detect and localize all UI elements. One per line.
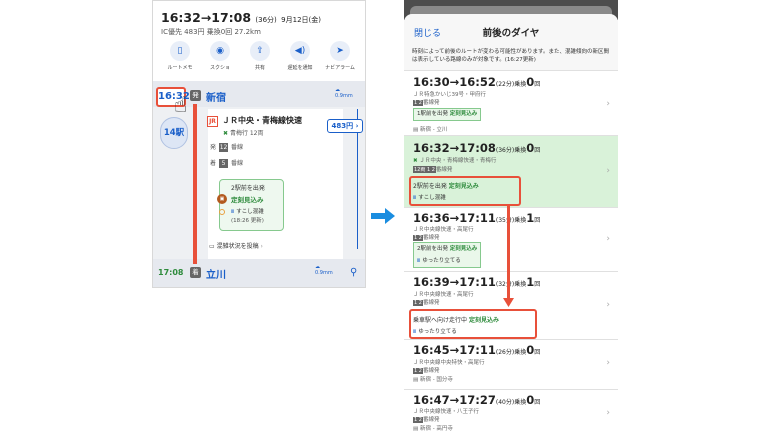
speaker-icon: ◀) xyxy=(290,41,310,61)
arrival-badge: 着 xyxy=(190,267,201,278)
row-platform: 1 2番線発 xyxy=(413,300,440,306)
route-summary-header: 16:32→17:08 (36分) 9月12日(金) IC優先 483円 乗換0… xyxy=(153,1,365,81)
row-time: 16:32→17:08(36分)乗換0回 xyxy=(413,141,541,155)
arrival-row xyxy=(153,259,365,287)
chevron-right-icon: › xyxy=(606,408,610,418)
chevron-right-icon: › xyxy=(606,166,610,176)
timetable-row[interactable]: 16:47→17:27(40分)乗換0回 ＪＲ中央線快速・八王子行 1 2番線発… xyxy=(404,389,618,433)
row-extra: ▤ 新宿 - 国分寺 xyxy=(413,377,453,383)
row-line: ✖ ＪＲ中央・青梅線快速・青梅行 xyxy=(413,158,497,164)
weather-icon: ☁ 0.9mm xyxy=(335,87,353,99)
weather-icon: ☁ 0.9mm xyxy=(315,264,333,276)
highlight-box xyxy=(409,176,521,206)
nav-alarm-button[interactable]: ➤ ナビアラーム xyxy=(321,41,359,71)
row-line: ＪＲ中央線快速・八王子行 xyxy=(413,409,480,415)
navigation-icon: ➤ xyxy=(330,41,350,61)
line-destination: ✖ 青梅行 12両 xyxy=(223,130,264,137)
row-platform: 1 2番線発 xyxy=(413,100,440,106)
row-time: 16:36→17:11(35分)乗換1回 xyxy=(413,211,541,225)
row-extra: ▤ 新宿 - 高円寺 xyxy=(413,426,453,432)
timetable-row[interactable]: 16:30→16:52(22分)乗換0回 ＪＲ特急かいじ39号・甲府行 1 2番… xyxy=(404,70,618,135)
share-icon: ⇪ xyxy=(250,41,270,61)
row-time: 16:47→17:27(40分)乗換0回 xyxy=(413,393,541,407)
screenshot-button[interactable]: ◉ スクショ xyxy=(201,41,239,71)
route-memo-button[interactable]: ▯ ルートメモ xyxy=(161,41,199,71)
timetable-row[interactable]: 16:36→17:11(35分)乗換1回 ＪＲ中央線快速・高尾行 1 2番線発 … xyxy=(404,207,618,271)
arrow-right-icon xyxy=(371,208,395,224)
chevron-right-icon: › xyxy=(606,234,610,244)
row-time: 16:30→16:52(22分)乗換0回 xyxy=(413,75,541,89)
row-line: ＪＲ中央線快速・高尾行 xyxy=(413,292,474,298)
route-line xyxy=(193,104,197,264)
location-pin-icon xyxy=(219,209,225,215)
arrow-down-icon xyxy=(503,298,514,307)
departure-platform: 発 12 番線 xyxy=(210,143,244,152)
sheet-title: 前後のダイヤ xyxy=(482,28,540,39)
departure-badge: 発 xyxy=(190,90,201,101)
crowd-level: ⅲ すこし混雑 xyxy=(231,209,264,215)
row-platform: 1 2番線発 xyxy=(413,368,440,374)
sheet-note: 時刻によって前後のルートが変わる可能性があります。また、混雑傾向の新区間は表示し… xyxy=(412,49,610,63)
chevron-right-icon: › xyxy=(606,300,610,310)
trip-time: 16:32→17:08 (36分) 9月12日(金) xyxy=(161,10,321,25)
highlight-box xyxy=(409,309,537,339)
jr-icon: JR xyxy=(207,116,218,127)
tap-hand-icon: ☝ xyxy=(174,93,188,118)
arrival-platform: 着 5 番線 xyxy=(210,159,244,168)
crowd-status: 定刻見込み xyxy=(231,196,264,204)
fare-button[interactable]: 483円 › xyxy=(327,119,363,133)
bookmark-icon: ▯ xyxy=(170,41,190,61)
line-name[interactable]: ＪＲ中央・青梅線快速 xyxy=(222,115,302,126)
fare-summary: IC優先 483円 乗換0回 27.2km xyxy=(161,28,261,36)
row-line: ＪＲ中央線中央特快・高尾行 xyxy=(413,360,485,366)
nearby-timetable-screen: 閉じる 前後のダイヤ 時刻によって前後のルートが変わる可能性があります。また、混… xyxy=(404,0,618,433)
arrival-station[interactable]: 立川 xyxy=(206,266,226,281)
post-crowd-link[interactable]: ▭ 混雑状況を投稿 › xyxy=(209,241,263,250)
chat-icon: ▭ xyxy=(209,243,215,250)
camera-icon: ◉ xyxy=(210,41,230,61)
chevron-right-icon: › xyxy=(606,358,610,368)
train-icon: ▣ xyxy=(217,194,227,204)
action-bar: ▯ ルートメモ ◉ スクショ ⇪ 共有 ◀) 遅延を通知 ➤ ナビアラーム xyxy=(161,41,361,75)
row-platform: 1 2番線発 xyxy=(413,417,440,423)
departure-station[interactable]: 新宿 xyxy=(206,89,226,104)
crowd-updated: (18:26 更新) xyxy=(231,218,264,224)
share-button[interactable]: ⇪ 共有 xyxy=(241,41,279,71)
route-detail-screen: 16:32→17:08 (36分) 9月12日(金) IC優先 483円 乗換0… xyxy=(152,0,366,288)
map-pin-icon[interactable]: ⚲ xyxy=(350,267,357,278)
row-extra: ▤ 新宿 - 立川 xyxy=(413,127,448,133)
row-line: ＪＲ中央線快速・高尾行 xyxy=(413,227,474,233)
row-platform: 12両 1 2番線発 xyxy=(413,166,453,173)
row-status-chip: 2駅前を出発 定刻見込み ⅲ ゆったり立てる xyxy=(413,242,482,268)
crowd-title: 2駅前を出発 xyxy=(231,185,265,192)
row-time: 16:39→17:11(32分)乗換1回 xyxy=(413,275,541,289)
timetable-row[interactable]: 16:45→17:11(26分)乗換0回 ＪＲ中央線中央特快・高尾行 1 2番線… xyxy=(404,339,618,389)
row-time: 16:45→17:11(26分)乗換0回 xyxy=(413,343,541,357)
stops-toggle[interactable]: 14駅 xyxy=(160,117,188,149)
delay-notify-button[interactable]: ◀) 遅延を通知 xyxy=(281,41,319,71)
row-platform: 1 2番線発 xyxy=(413,235,440,241)
row-status-chip: 1駅前を出発 定刻見込み xyxy=(413,108,482,121)
row-line: ＪＲ特急かいじ39号・甲府行 xyxy=(413,92,486,98)
chevron-right-icon: › xyxy=(606,99,610,109)
highlight-connector xyxy=(507,206,510,302)
arrival-time: 17:08 xyxy=(158,268,184,277)
